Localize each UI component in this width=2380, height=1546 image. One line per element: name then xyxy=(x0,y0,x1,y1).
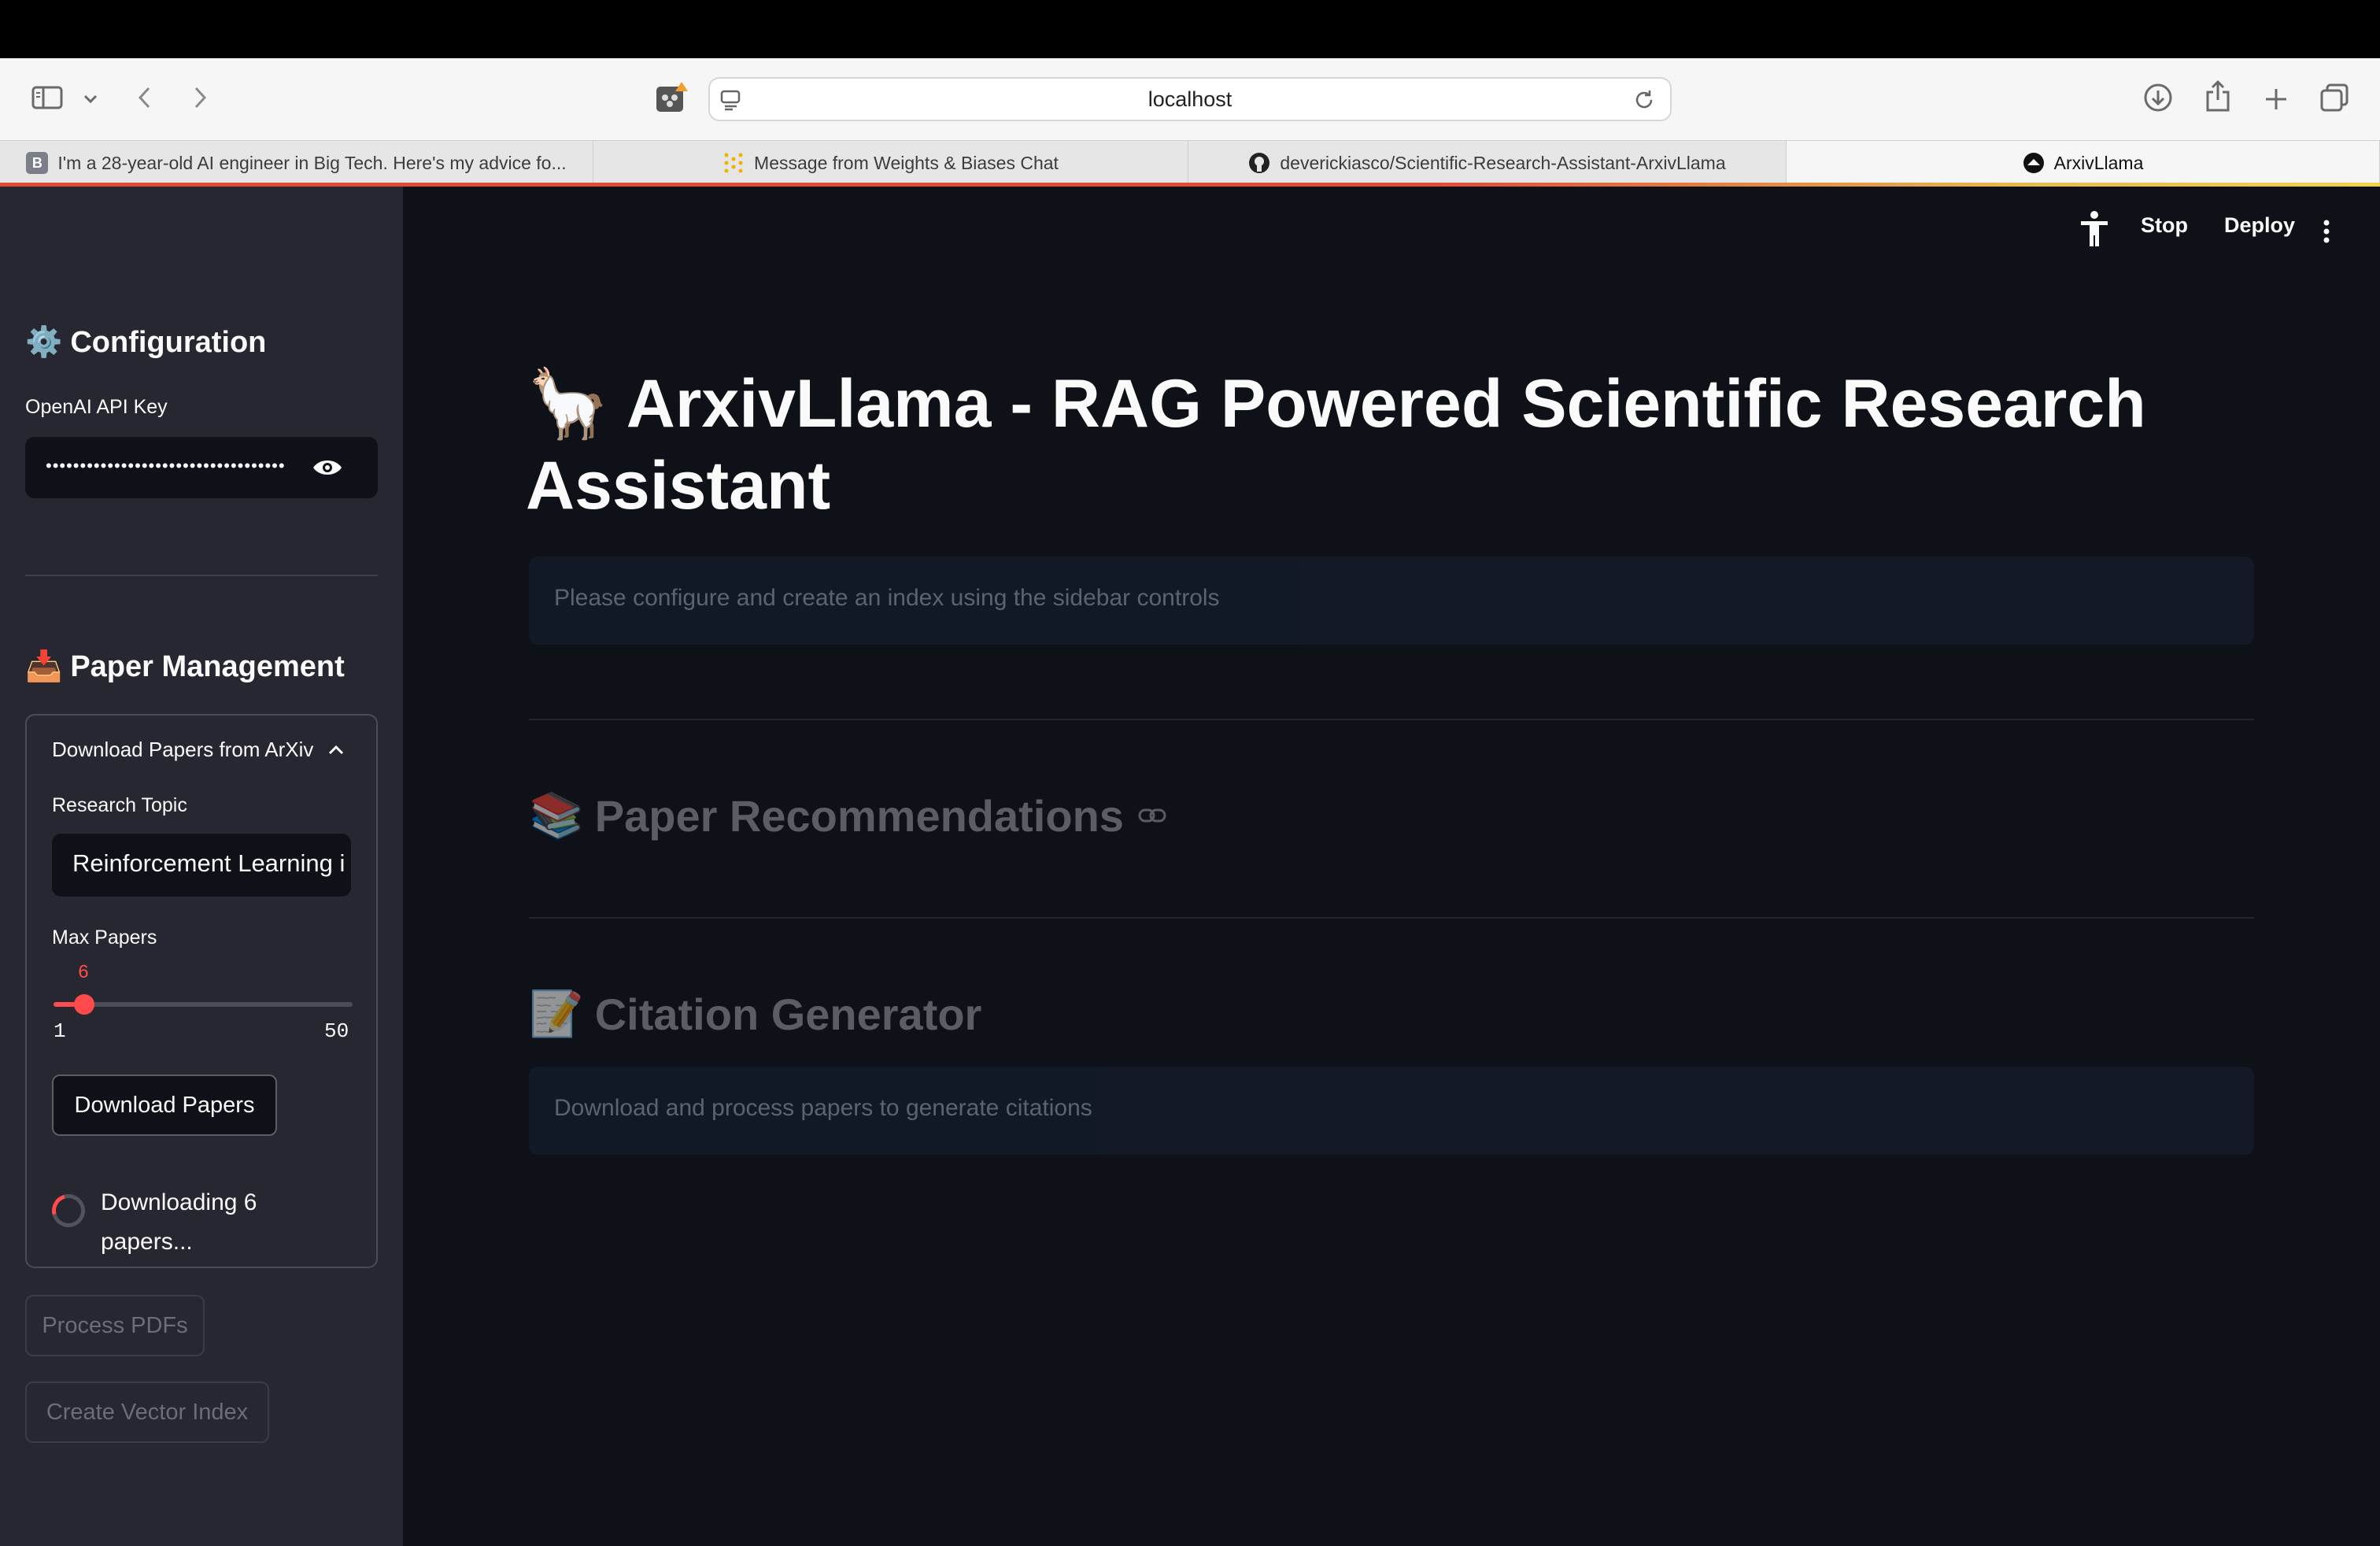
research-topic-label: Research Topic xyxy=(52,794,187,816)
gear-icon: ⚙️ xyxy=(25,326,63,359)
page-settings-icon[interactable] xyxy=(719,88,743,116)
expander-header[interactable]: Download Papers from ArXiv xyxy=(52,738,345,762)
tab-label: deverickiasco/Scientific-Research-Assist… xyxy=(1280,152,1726,173)
slider-min: 1 xyxy=(54,1019,66,1043)
tab-arxivllama[interactable]: ArxivLlama xyxy=(1787,141,2380,185)
share-icon[interactable] xyxy=(2201,77,2235,115)
paper-management-heading-text: Paper Management xyxy=(70,649,345,683)
top-bar xyxy=(0,0,2380,58)
url-text: localhost xyxy=(1148,87,1232,111)
tab-overview-icon[interactable] xyxy=(2317,80,2352,115)
paper-recommendations-heading: 📚 Paper Recommendations xyxy=(529,790,1166,841)
section-divider xyxy=(529,917,2254,919)
citation-info-message: Download and process papers to generate … xyxy=(529,1067,2254,1155)
accessibility-icon[interactable] xyxy=(2078,210,2111,252)
paper-recommendations-text: Paper Recommendations xyxy=(594,790,1124,841)
reload-icon[interactable] xyxy=(1632,88,1656,116)
stop-button[interactable]: Stop xyxy=(2141,213,2188,238)
download-papers-expander: Download Papers from ArXiv Research Topi… xyxy=(25,714,378,1268)
max-papers-slider[interactable] xyxy=(54,994,353,1015)
api-key-input[interactable]: ••••••••••••••••••••••••••••••••••• xyxy=(25,437,378,498)
link-icon[interactable] xyxy=(1138,808,1166,823)
citation-generator-text: Citation Generator xyxy=(594,989,982,1039)
sidebar: ⚙️ Configuration OpenAI API Key ••••••••… xyxy=(0,187,403,1546)
deploy-button[interactable]: Deploy xyxy=(2224,213,2295,238)
research-topic-value: Reinforcement Learning i xyxy=(72,849,346,877)
forward-icon[interactable] xyxy=(187,82,213,113)
slider-thumb[interactable] xyxy=(73,994,94,1015)
github-favicon-icon xyxy=(1248,152,1270,174)
citation-info-text: Download and process papers to generate … xyxy=(554,1095,1092,1121)
b-favicon-icon: B xyxy=(26,152,49,174)
tab-label: I'm a 28-year-old AI engineer in Big Tec… xyxy=(57,152,567,173)
citation-generator-heading: 📝 Citation Generator xyxy=(529,988,981,1040)
back-icon[interactable] xyxy=(132,82,157,113)
eye-icon[interactable] xyxy=(312,456,343,483)
info-message: Please configure and create an index usi… xyxy=(529,557,2254,645)
sidebar-divider xyxy=(25,575,378,576)
streamlit-favicon-icon xyxy=(2023,152,2045,174)
inbox-icon: 📥 xyxy=(25,650,63,683)
tab-reddit[interactable]: B I'm a 28-year-old AI engineer in Big T… xyxy=(0,141,593,185)
tab-github[interactable]: deverickiasco/Scientific-Research-Assist… xyxy=(1188,141,1787,185)
download-papers-button[interactable]: Download Papers xyxy=(52,1074,277,1136)
expander-title: Download Papers from ArXiv xyxy=(52,738,314,761)
tab-label: ArxivLlama xyxy=(2053,152,2144,173)
api-key-value: ••••••••••••••••••••••••••••••••••• xyxy=(46,456,286,475)
configuration-heading: ⚙️ Configuration xyxy=(25,325,266,360)
chevron-up-icon xyxy=(327,745,345,756)
sidebar-toggle-icon[interactable] xyxy=(30,82,65,113)
browser-toolbar: localhost xyxy=(0,58,2380,140)
create-vector-index-button[interactable]: Create Vector Index xyxy=(25,1381,269,1443)
section-divider xyxy=(529,719,2254,720)
tab-wandb[interactable]: Message from Weights & Biases Chat xyxy=(593,141,1188,185)
page-title-text: ArxivLlama - RAG Powered Scientific Rese… xyxy=(526,366,2146,523)
paper-management-heading: 📥 Paper Management xyxy=(25,649,345,684)
process-pdfs-button[interactable]: Process PDFs xyxy=(25,1295,205,1356)
loading-spinner-icon xyxy=(46,1188,91,1233)
extension-icon[interactable] xyxy=(655,82,688,115)
max-papers-value: 6 xyxy=(77,963,90,984)
max-papers-label: Max Papers xyxy=(52,926,157,949)
llama-icon: 🦙 xyxy=(526,366,611,442)
chevron-down-icon[interactable] xyxy=(79,90,102,109)
memo-icon: 📝 xyxy=(529,989,584,1038)
streamlit-app: ⚙️ Configuration OpenAI API Key ••••••••… xyxy=(0,187,2380,1546)
address-bar[interactable]: localhost xyxy=(708,77,1672,121)
new-tab-icon[interactable] xyxy=(2259,82,2293,117)
page-title: 🦙 ArxivLlama - RAG Powered Scientific Re… xyxy=(526,363,2257,527)
api-key-label: OpenAI API Key xyxy=(25,396,168,418)
wandb-favicon-icon xyxy=(722,152,745,174)
download-icon[interactable] xyxy=(2141,80,2175,115)
books-icon: 📚 xyxy=(529,790,584,840)
spinner-text: Downloading 6 papers... xyxy=(101,1189,257,1255)
tab-strip: B I'm a 28-year-old AI engineer in Big T… xyxy=(0,140,2380,185)
slider-max: 50 xyxy=(324,1019,349,1043)
configuration-heading-text: Configuration xyxy=(70,325,267,359)
research-topic-input[interactable]: Reinforcement Learning i xyxy=(52,834,351,897)
tab-label: Message from Weights & Biases Chat xyxy=(754,152,1059,173)
info-message-text: Please configure and create an index usi… xyxy=(554,585,1220,611)
more-menu-icon[interactable] xyxy=(2322,220,2331,247)
